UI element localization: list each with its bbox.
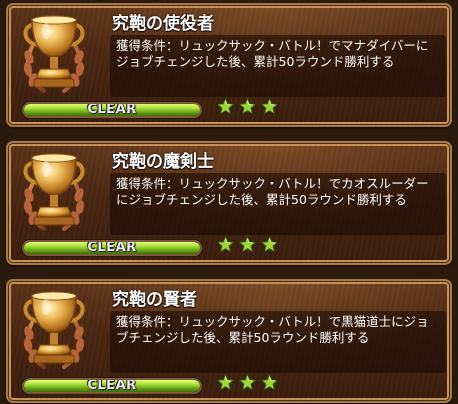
star-icon bbox=[238, 97, 257, 116]
clear-label: CLEAR bbox=[87, 378, 137, 393]
clear-label: CLEAR bbox=[87, 240, 137, 255]
star-icon bbox=[238, 373, 257, 392]
trophy-icon bbox=[18, 151, 90, 235]
achievement-description: 獲得条件：リュックサック・バトル！でマナダイバーにジョブチェンジした後、累計50… bbox=[110, 35, 446, 97]
achievement-title: 究鞄の魔剣士 bbox=[112, 152, 214, 172]
achievement-card[interactable]: 究鞄の使役者 獲得条件：リュックサック・バトル！でマナダイバーにジョブチェンジし… bbox=[6, 3, 452, 127]
trophy-icon bbox=[18, 13, 90, 97]
star-rating bbox=[216, 235, 279, 257]
star-icon bbox=[216, 373, 235, 392]
star-icon bbox=[216, 97, 235, 116]
star-icon bbox=[260, 97, 279, 116]
achievement-description: 獲得条件：リュックサック・バトル！でカオスルーダーにジョブチェンジした後、累計5… bbox=[110, 173, 446, 235]
star-rating bbox=[216, 373, 279, 395]
progress-bar: CLEAR bbox=[22, 240, 202, 256]
star-icon bbox=[260, 235, 279, 254]
star-rating bbox=[216, 97, 279, 119]
achievement-list: 究鞄の使役者 獲得条件：リュックサック・バトル！でマナダイバーにジョブチェンジし… bbox=[0, 0, 458, 404]
clear-label: CLEAR bbox=[87, 102, 137, 117]
star-icon bbox=[260, 373, 279, 392]
star-icon bbox=[238, 235, 257, 254]
star-icon bbox=[216, 235, 235, 254]
achievement-card[interactable]: 究鞄の賢者 獲得条件：リュックサック・バトル！で黒猫道士にジョブチェンジした後、… bbox=[6, 279, 452, 403]
trophy-icon bbox=[18, 289, 90, 373]
progress-bar: CLEAR bbox=[22, 102, 202, 118]
achievement-card[interactable]: 究鞄の魔剣士 獲得条件：リュックサック・バトル！でカオスルーダーにジョブチェンジ… bbox=[6, 141, 452, 265]
achievement-title: 究鞄の賢者 bbox=[112, 290, 197, 310]
achievement-title: 究鞄の使役者 bbox=[112, 14, 214, 34]
achievement-description: 獲得条件：リュックサック・バトル！で黒猫道士にジョブチェンジした後、累計50ラウ… bbox=[110, 311, 446, 373]
progress-bar: CLEAR bbox=[22, 378, 202, 394]
